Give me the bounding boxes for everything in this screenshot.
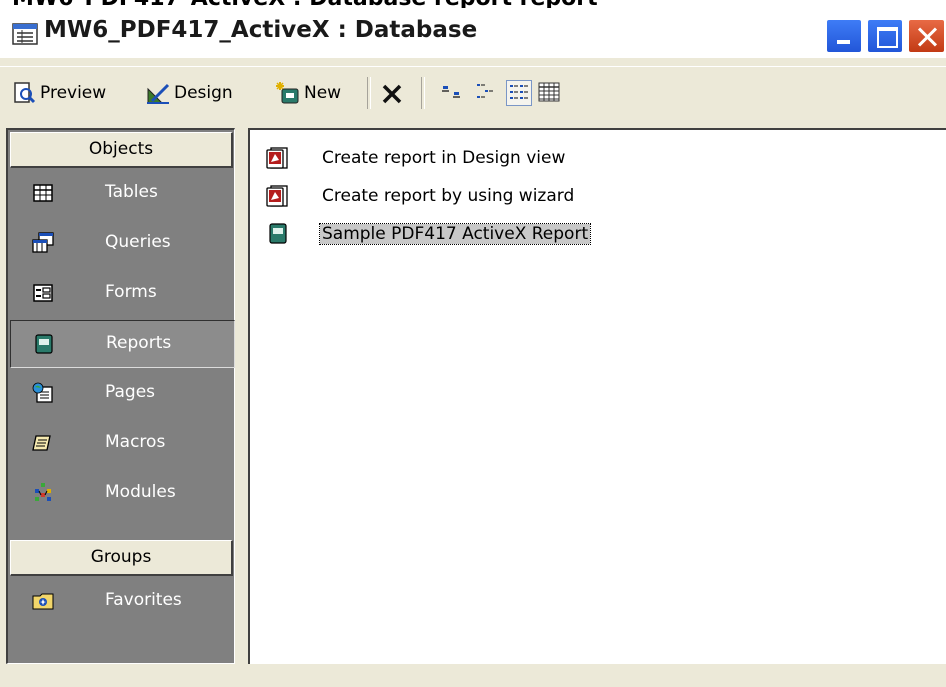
- sidebar-item-label: Modules: [105, 482, 176, 502]
- small-icons-button[interactable]: [473, 80, 499, 106]
- title-bar[interactable]: MW6_PDF417_ActiveX : Database: [0, 8, 946, 58]
- sidebar-item-favorites[interactable]: Favorites: [10, 578, 235, 626]
- database-body: Objects Tables Queries Forms Reports Pag…: [0, 118, 946, 687]
- objects-bar: Objects Tables Queries Forms Reports Pag…: [6, 128, 235, 664]
- preview-button[interactable]: Preview: [12, 75, 106, 111]
- objects-list: Create report in Design view Create repo…: [248, 128, 946, 664]
- sidebar-item-label: Reports: [106, 333, 172, 353]
- database-window-icon: [12, 23, 38, 45]
- close-button[interactable]: [907, 18, 946, 54]
- maximize-button[interactable]: [866, 18, 904, 54]
- database-window: MW6_PDF417_ActiveX : Database Preview De…: [0, 8, 946, 687]
- module-icon: [35, 483, 51, 501]
- preview-label: Preview: [40, 83, 107, 103]
- sidebar-item-queries[interactable]: Queries: [10, 220, 235, 268]
- list-view-button[interactable]: [506, 80, 532, 106]
- large-icons-button[interactable]: [440, 80, 466, 106]
- sidebar-item-label: Tables: [105, 182, 158, 202]
- sidebar-item-label: Macros: [105, 432, 166, 452]
- list-item[interactable]: Create report by using wizard: [260, 180, 940, 214]
- design-icon: [147, 83, 170, 104]
- toolbar-separator: [367, 77, 371, 109]
- sidebar-item-macros[interactable]: Macros: [10, 420, 235, 468]
- new-button[interactable]: New: [276, 75, 341, 111]
- sidebar-item-modules[interactable]: Modules: [10, 470, 235, 518]
- large-icons-icon: [442, 86, 460, 98]
- window-title: MW6_PDF417_ActiveX : Database: [44, 17, 478, 43]
- table-icon: [33, 184, 53, 202]
- sidebar-item-label: Favorites: [105, 590, 182, 610]
- new-label: New: [304, 83, 342, 103]
- small-icons-icon: [477, 84, 493, 98]
- report-icon: [35, 334, 53, 354]
- wizard-shortcut-icon: [266, 185, 288, 207]
- macro-icon: [32, 435, 51, 451]
- sidebar-item-pages[interactable]: Pages: [10, 370, 235, 418]
- list-item-label: Sample PDF417 ActiveX Report: [318, 223, 592, 245]
- page-icon: [32, 382, 53, 403]
- sidebar-item-label: Queries: [105, 232, 171, 252]
- list-item-label: Create report in Design view: [322, 148, 566, 168]
- design-button[interactable]: Design: [146, 75, 233, 111]
- details-view-button[interactable]: [537, 80, 563, 106]
- list-item-label: Create report by using wizard: [322, 186, 575, 206]
- toolbar: Preview Design New: [0, 66, 946, 119]
- preview-icon: [14, 82, 36, 104]
- groups-header-button[interactable]: Groups: [10, 540, 233, 576]
- list-item[interactable]: Create report in Design view: [260, 142, 940, 176]
- sidebar-item-reports[interactable]: Reports: [10, 320, 235, 368]
- design-label: Design: [174, 83, 233, 103]
- new-report-icon: [276, 82, 299, 104]
- minimize-button[interactable]: [825, 18, 863, 54]
- list-view-icon: [510, 85, 528, 99]
- details-view-icon: [538, 82, 560, 102]
- sidebar-item-label: Forms: [105, 282, 157, 302]
- sidebar-item-forms[interactable]: Forms: [10, 270, 235, 318]
- toolbar-separator: [421, 77, 425, 109]
- delete-icon[interactable]: [381, 83, 403, 105]
- background-window-text: MW6_PDF417_ActiveX : Database report rep…: [12, 0, 598, 8]
- favorites-folder-icon: [32, 593, 54, 610]
- clipped-background-window: MW6_PDF417_ActiveX : Database report rep…: [0, 0, 946, 8]
- objects-header-button[interactable]: Objects: [10, 132, 233, 168]
- report-icon: [269, 223, 287, 244]
- sidebar-item-label: Pages: [105, 382, 156, 402]
- sidebar-item-tables[interactable]: Tables: [10, 170, 235, 218]
- query-icon: [32, 232, 54, 253]
- list-item[interactable]: Sample PDF417 ActiveX Report: [260, 218, 940, 252]
- design-shortcut-icon: [266, 147, 288, 169]
- form-icon: [33, 284, 53, 302]
